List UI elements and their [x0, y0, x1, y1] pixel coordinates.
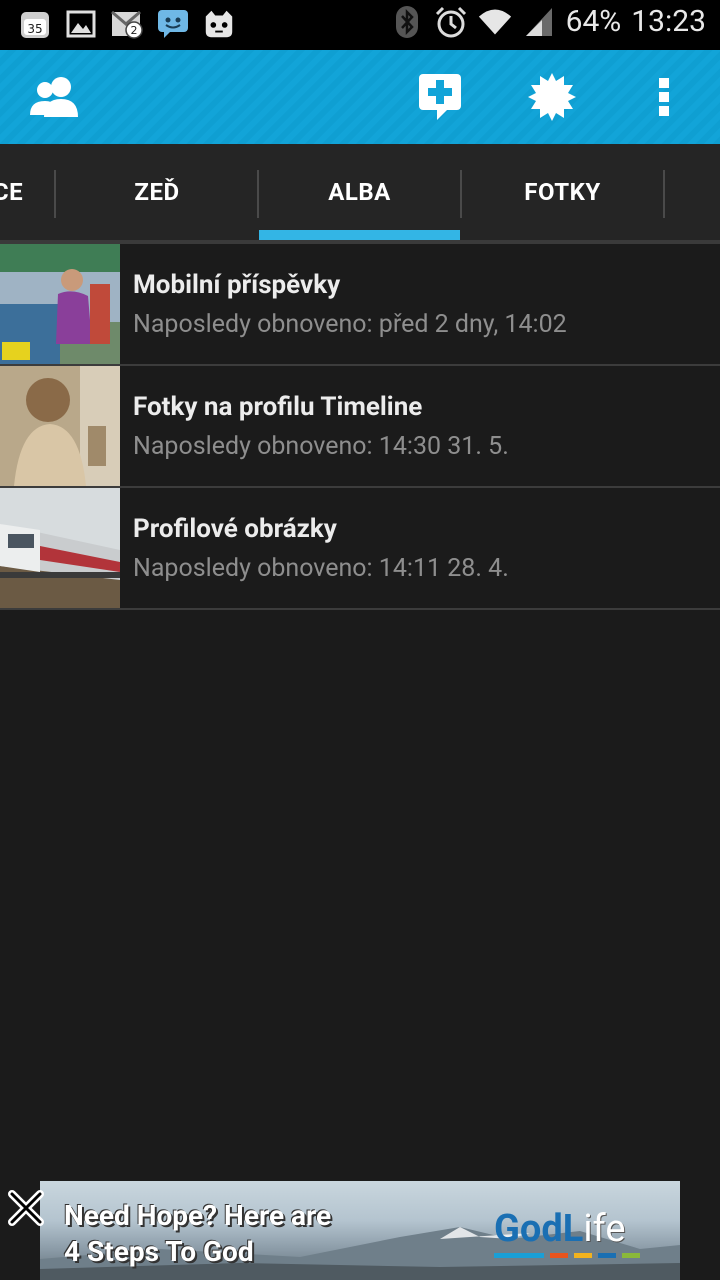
album-updated: Naposledy obnoveno: 14:30 31. 5. — [133, 432, 509, 461]
ad-brand-bold: GodL — [494, 1207, 584, 1251]
close-ad-icon[interactable] — [6, 1188, 46, 1228]
tab-partial[interactable]: CE — [0, 144, 56, 240]
battery-percentage: 64% — [565, 4, 622, 39]
status-bar: 35 2 64% 13:23 — [0, 0, 720, 50]
album-thumbnail — [0, 244, 120, 364]
alarm-icon — [434, 5, 468, 39]
clock: 13:23 — [631, 4, 706, 39]
album-row-timeline-photos[interactable]: Fotky na profilu Timeline Naposledy obno… — [0, 366, 720, 488]
album-title: Profilové obrázky — [133, 514, 337, 544]
album-list: Mobilní příspěvky Naposledy obnoveno: př… — [0, 244, 720, 610]
album-title: Mobilní příspěvky — [133, 270, 341, 300]
tab-label: ZEĎ — [134, 178, 180, 206]
album-title: Fotky na profilu Timeline — [133, 392, 423, 422]
signal-icon — [522, 5, 556, 39]
ad-headline-line1: Need Hope? Here are — [64, 1199, 332, 1232]
svg-text:35: 35 — [27, 22, 42, 36]
overflow-menu-icon[interactable] — [634, 50, 694, 144]
tab-strip: CE ZEĎ ALBA FOTKY — [0, 144, 720, 244]
bluetooth-icon — [390, 5, 424, 39]
ad-brand-light: ife — [583, 1207, 626, 1251]
ad-headline-line2: 4 Steps To God — [64, 1235, 254, 1268]
selected-tab-indicator — [259, 230, 460, 240]
tab-wall[interactable]: ZEĎ — [56, 144, 258, 240]
tab-label: CE — [0, 178, 24, 206]
svg-text:2: 2 — [131, 24, 138, 37]
messenger-icon — [156, 7, 190, 41]
album-thumbnail — [0, 488, 120, 608]
gallery-icon — [64, 7, 98, 41]
gmail-icon: 2 — [110, 7, 144, 41]
friends-icon[interactable] — [14, 50, 94, 144]
calendar-icon: 35 — [18, 7, 52, 41]
action-bar — [0, 50, 720, 144]
album-row-mobile-uploads[interactable]: Mobilní příspěvky Naposledy obnoveno: př… — [0, 244, 720, 366]
album-thumbnail — [0, 366, 120, 486]
album-row-profile-pictures[interactable]: Profilové obrázky Naposledy obnoveno: 14… — [0, 488, 720, 610]
tab-label: FOTKY — [524, 178, 601, 206]
new-post-icon[interactable] — [400, 50, 480, 144]
tab-albums[interactable]: ALBA — [259, 144, 460, 240]
tab-photos[interactable]: FOTKY — [462, 144, 663, 240]
tab-label: ALBA — [328, 178, 391, 206]
ad-brand-underline — [494, 1253, 640, 1258]
tab-divider — [663, 170, 665, 218]
chat-status-icon[interactable] — [512, 50, 592, 144]
wifi-icon — [478, 5, 512, 39]
ad-banner[interactable]: Need Hope? Here are 4 Steps To God GodLi… — [40, 1181, 680, 1280]
album-updated: Naposledy obnoveno: před 2 dny, 14:02 — [133, 310, 567, 339]
album-updated: Naposledy obnoveno: 14:11 28. 4. — [133, 554, 509, 583]
ad-brand-logo: GodLife — [494, 1207, 625, 1251]
cyanogen-icon — [202, 7, 236, 41]
